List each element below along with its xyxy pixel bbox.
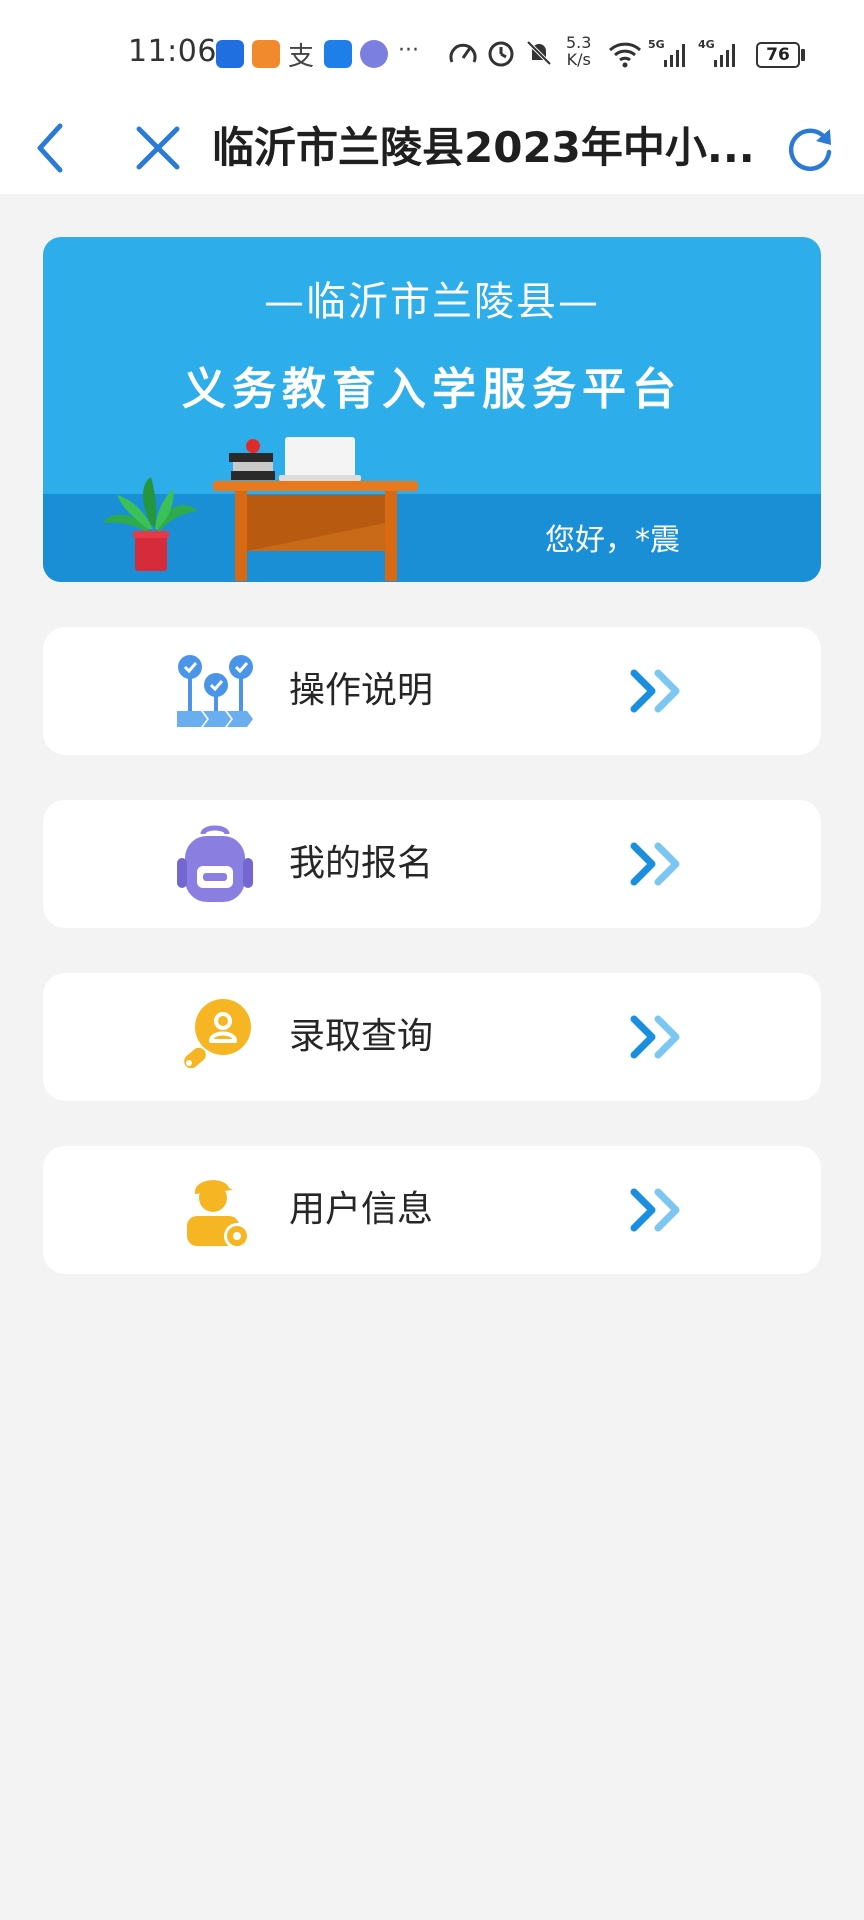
menu-item-user-info[interactable]: 用户信息 — [43, 1146, 821, 1274]
menu-item-my-registration[interactable]: 我的报名 — [43, 800, 821, 928]
banner-title: 义务教育入学服务平台 — [182, 364, 682, 415]
books-icon — [229, 439, 275, 480]
close-button[interactable] — [126, 116, 190, 180]
page-title: 临沂市兰陵县2023年中小... — [212, 123, 752, 172]
bulb-app-icon — [216, 40, 244, 68]
battery-icon: 76 — [756, 42, 800, 68]
laptop-icon — [279, 437, 361, 481]
status-time: 11:06 — [128, 34, 217, 69]
signal-4g-label: 4G — [698, 38, 715, 51]
banner: —临沂市兰陵县— 义务教育入学服务平台 您好，*震 — [43, 237, 821, 582]
back-arrow-icon — [37, 123, 63, 173]
menu-label-my-registration: 我的报名 — [289, 843, 434, 884]
double-chevron-right-icon — [630, 1015, 680, 1059]
desk-icon — [213, 481, 418, 581]
battery-tip — [801, 49, 805, 61]
close-icon — [136, 126, 180, 170]
steps-icon — [177, 655, 253, 727]
menu-label-instructions: 操作说明 — [289, 670, 434, 711]
double-chevron-right-icon — [630, 669, 680, 713]
plant-icon — [103, 477, 198, 571]
user-settings-icon — [187, 1180, 250, 1249]
menu-item-instructions[interactable]: 操作说明 — [43, 627, 821, 755]
video-app-icon — [252, 40, 280, 68]
signal-bars-2-icon — [714, 44, 735, 67]
status-bar: 11:06 支 ··· 5.3 K/s 5G 4G 76 — [0, 0, 864, 100]
mute-bell-icon — [526, 40, 552, 66]
speed-unit: K/s — [566, 50, 591, 69]
speed-value: 5.3 — [566, 33, 592, 52]
double-chevron-right-icon — [630, 1188, 680, 1232]
refresh-button[interactable] — [778, 116, 842, 180]
user-search-icon — [184, 999, 251, 1069]
bookmark-app-icon — [324, 40, 352, 68]
backpack-icon — [177, 825, 253, 902]
back-button[interactable] — [18, 116, 82, 180]
more-notifications-icon: ··· — [398, 38, 419, 63]
refresh-icon — [788, 128, 832, 171]
signal-bars-icon — [664, 44, 685, 67]
menu-label-admission-query: 录取查询 — [289, 1016, 434, 1057]
wifi-icon — [608, 42, 642, 68]
alarm-icon — [488, 41, 514, 67]
speedometer-icon — [449, 43, 477, 63]
greeting-text: 您好，*震 — [545, 523, 680, 558]
banner-subtitle: —临沂市兰陵县— — [264, 279, 600, 325]
desk-illustration — [103, 437, 418, 581]
menu-item-admission-query[interactable]: 录取查询 — [43, 973, 821, 1101]
music-app-icon — [360, 40, 388, 68]
menu-label-user-info: 用户信息 — [289, 1189, 434, 1230]
alipay-icon: 支 — [288, 42, 315, 72]
double-chevron-right-icon — [630, 842, 680, 886]
network-speed: 5.3 K/s — [566, 34, 591, 68]
signal-5g-label: 5G — [648, 38, 665, 51]
nav-bar: 临沂市兰陵县2023年中小... — [0, 100, 864, 194]
